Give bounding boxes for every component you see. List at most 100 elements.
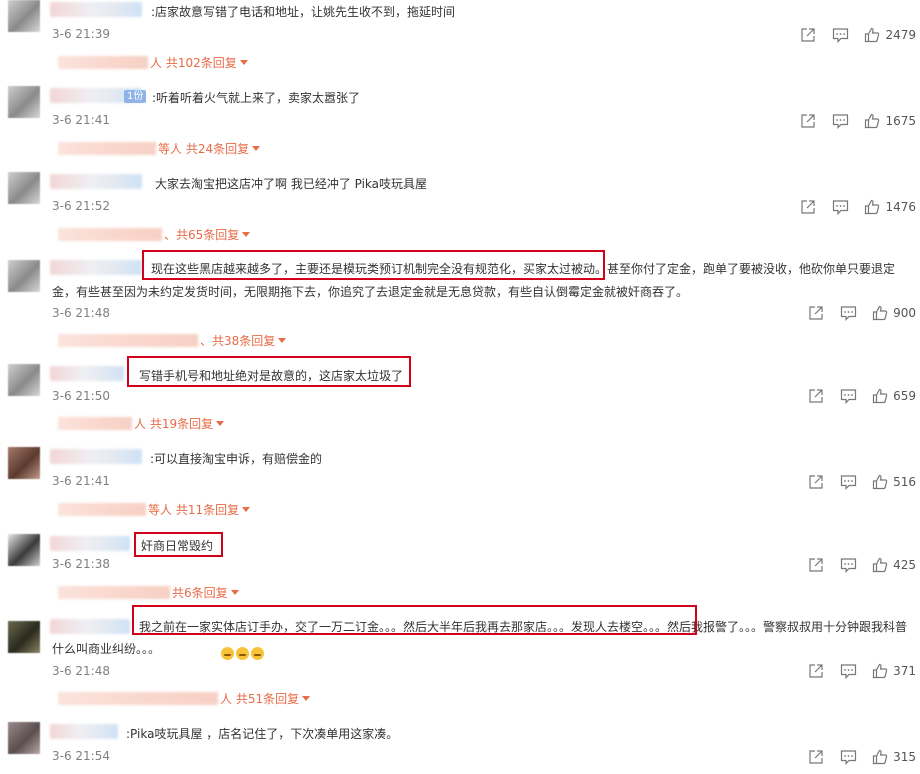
- avatar[interactable]: [8, 86, 40, 118]
- reply-count: 共6条回复: [172, 586, 228, 600]
- thumbs-up-icon[interactable]: [871, 662, 889, 680]
- share-icon[interactable]: [807, 662, 825, 680]
- like-count: 900: [893, 306, 916, 320]
- avatar[interactable]: [8, 621, 40, 653]
- comment-actions: 659: [793, 387, 916, 405]
- comment-time: 3-6 21:48: [52, 306, 110, 320]
- reply-usernames: [58, 56, 148, 69]
- view-replies-link[interactable]: 、共65条回复: [58, 226, 251, 243]
- caret-down-icon: [278, 338, 287, 343]
- thumbs-up-icon[interactable]: [871, 304, 889, 322]
- thumbs-up-icon[interactable]: [863, 112, 881, 130]
- comment-time: 3-6 21:54: [52, 749, 110, 763]
- avatar[interactable]: [8, 0, 40, 32]
- reply-usernames: [58, 692, 218, 705]
- smiley-emoji-icon: [251, 647, 264, 660]
- comment-text: 现在这些黑店越来越多了，主要还是模玩类预订机制完全没有规范化，买家太过被动。甚至…: [52, 262, 896, 299]
- share-icon[interactable]: [799, 198, 817, 216]
- comment-time: 3-6 21:41: [52, 474, 110, 488]
- thumbs-up-icon[interactable]: [863, 198, 881, 216]
- caret-down-icon: [242, 232, 251, 237]
- share-icon[interactable]: [807, 748, 825, 766]
- comment-icon[interactable]: [839, 748, 857, 766]
- thumbs-up-icon[interactable]: [871, 473, 889, 491]
- caret-down-icon: [239, 60, 248, 65]
- comment-text: 大家去淘宝把这店冲了啊 我已经冲了 Pika吱玩具屋: [155, 177, 428, 191]
- comment-text: :听着听着火气就上来了，卖家太嚣张了: [152, 91, 361, 105]
- username[interactable]: [50, 174, 142, 189]
- avatar[interactable]: [8, 447, 40, 479]
- smiley-emoji-icon: [236, 647, 249, 660]
- share-icon[interactable]: [799, 26, 817, 44]
- caret-down-icon: [302, 696, 311, 701]
- comment-time: 3-6 21:52: [52, 199, 110, 213]
- username[interactable]: [50, 2, 142, 17]
- comment-time: 3-6 21:50: [52, 389, 110, 403]
- comment-icon[interactable]: [831, 198, 849, 216]
- share-icon[interactable]: [807, 387, 825, 405]
- comment-text: 奸商日常毁约: [141, 539, 214, 553]
- view-replies-link[interactable]: 等人 共24条回复: [58, 140, 261, 157]
- avatar[interactable]: [8, 260, 40, 292]
- reply-usernames: [58, 228, 162, 241]
- username[interactable]: [50, 536, 130, 551]
- share-icon[interactable]: [807, 556, 825, 574]
- view-replies-link[interactable]: 共6条回复: [58, 584, 239, 601]
- caret-down-icon: [230, 590, 239, 595]
- comment-text: 写错手机号和地址绝对是故意的，这店家太垃圾了: [139, 369, 404, 383]
- username[interactable]: [50, 449, 142, 464]
- reply-count: 人 共102条回复: [150, 56, 237, 70]
- comment-icon[interactable]: [839, 473, 857, 491]
- thumbs-up-icon[interactable]: [863, 26, 881, 44]
- share-icon[interactable]: [799, 112, 817, 130]
- reply-usernames: [58, 417, 132, 430]
- reply-count: 、共38条回复: [200, 334, 276, 348]
- comment-icon[interactable]: [839, 662, 857, 680]
- thumbs-up-icon[interactable]: [871, 556, 889, 574]
- comment-actions: 371: [793, 662, 916, 680]
- comment-icon[interactable]: [839, 304, 857, 322]
- view-replies-link[interactable]: 人 共51条回复: [58, 690, 311, 707]
- caret-down-icon: [252, 146, 261, 151]
- comment-icon[interactable]: [839, 387, 857, 405]
- username[interactable]: [50, 724, 118, 739]
- comment-time: 3-6 21:41: [52, 113, 110, 127]
- avatar[interactable]: [8, 364, 40, 396]
- comment-icon[interactable]: [839, 556, 857, 574]
- comment-actions: 315: [793, 748, 916, 766]
- like-count: 315: [893, 750, 916, 764]
- view-replies-link[interactable]: 等人 共11条回复: [58, 501, 251, 518]
- thumbs-up-icon[interactable]: [871, 387, 889, 405]
- username[interactable]: [50, 366, 124, 381]
- comment-actions: 900: [793, 304, 916, 322]
- comment-text: :Pika吱玩具屋 ，店名记住了，下次凑单用这家凑。: [126, 727, 399, 741]
- caret-down-icon: [242, 507, 251, 512]
- like-count: 425: [893, 558, 916, 572]
- view-replies-link[interactable]: 人 共19条回复: [58, 415, 225, 432]
- avatar[interactable]: [8, 534, 40, 566]
- like-count: 516: [893, 475, 916, 489]
- comment-icon[interactable]: [831, 26, 849, 44]
- comment-time: 3-6 21:38: [52, 557, 110, 571]
- user-badge: 1份: [124, 90, 147, 103]
- avatar[interactable]: [8, 722, 40, 754]
- thumbs-up-icon[interactable]: [871, 748, 889, 766]
- reply-usernames: [58, 142, 156, 155]
- reply-count: 等人 共11条回复: [148, 503, 240, 517]
- comment-text: 我之前在一家实体店订手办，交了一万二订金。。。然后大半年后我再去那家店。。。发现…: [52, 620, 908, 656]
- view-replies-link[interactable]: 人 共102条回复: [58, 54, 248, 71]
- comment-text: :可以直接淘宝申诉，有赔偿金的: [150, 452, 323, 466]
- reply-usernames: [58, 503, 146, 516]
- share-icon[interactable]: [807, 304, 825, 322]
- like-count: 1675: [885, 114, 916, 128]
- view-replies-link[interactable]: 、共38条回复: [58, 332, 287, 349]
- comment-actions: 516: [793, 473, 916, 491]
- like-count: 371: [893, 664, 916, 678]
- reply-usernames: [58, 334, 198, 347]
- comment-time: 3-6 21:39: [52, 27, 110, 41]
- share-icon[interactable]: [807, 473, 825, 491]
- avatar[interactable]: [8, 172, 40, 204]
- comment-icon[interactable]: [831, 112, 849, 130]
- caret-down-icon: [216, 421, 225, 426]
- smiley-emoji-icon: [221, 647, 234, 660]
